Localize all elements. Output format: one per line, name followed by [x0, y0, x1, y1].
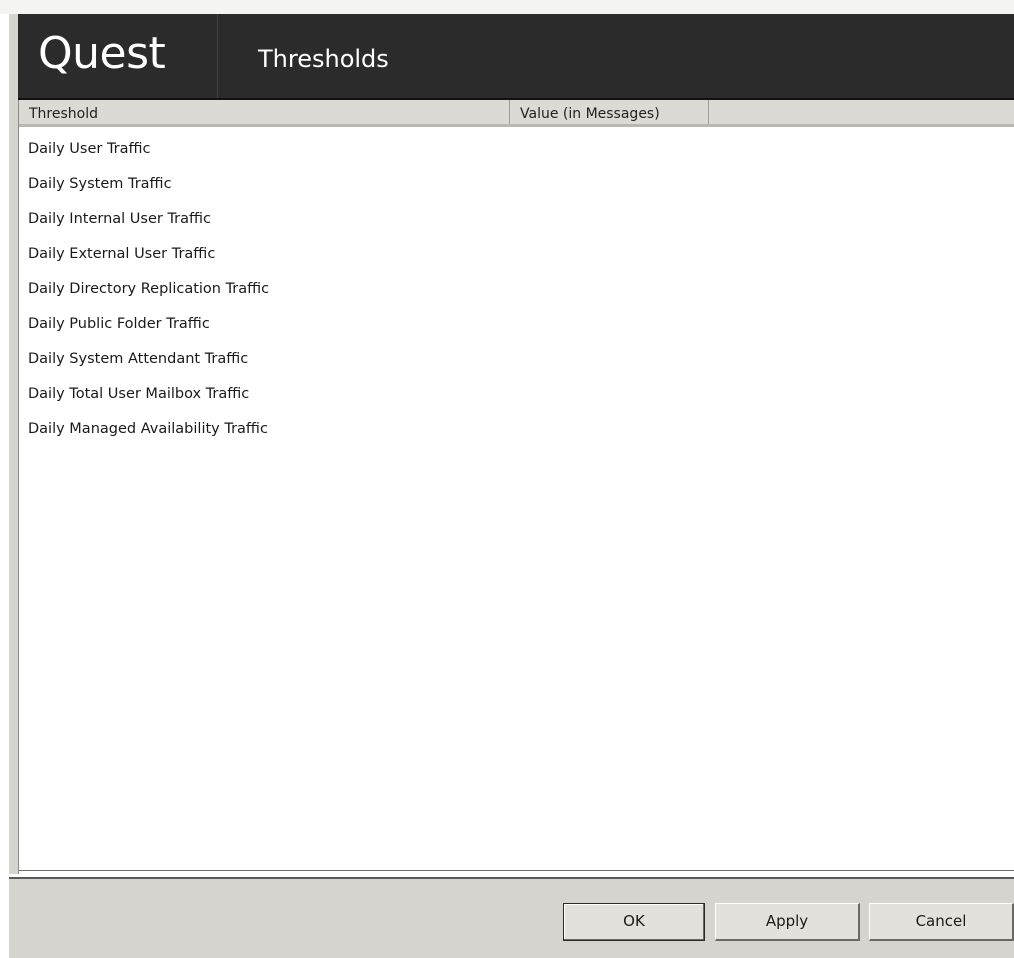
- thresholds-list: Threshold Value (in Messages) Daily User…: [19, 100, 1014, 871]
- column-header-threshold[interactable]: Threshold: [19, 100, 510, 124]
- list-item[interactable]: Daily Total User Mailbox Traffic: [19, 377, 1014, 412]
- list-rows: Daily User Traffic Daily System Traffic …: [19, 132, 1014, 447]
- window-top-strip: [0, 0, 1014, 14]
- list-item[interactable]: Daily System Traffic: [19, 167, 1014, 202]
- header-divider: [217, 14, 218, 98]
- list-item[interactable]: Daily Directory Replication Traffic: [19, 272, 1014, 307]
- page-title: Thresholds: [258, 45, 389, 73]
- column-header-empty: [709, 100, 1014, 124]
- list-item[interactable]: Daily Internal User Traffic: [19, 202, 1014, 237]
- cancel-button[interactable]: Cancel: [869, 903, 1014, 941]
- list-item[interactable]: Daily User Traffic: [19, 132, 1014, 167]
- apply-button[interactable]: Apply: [715, 903, 860, 941]
- quest-logo: Quest: [38, 28, 166, 79]
- window-left-edge: [9, 14, 19, 874]
- list-item[interactable]: Daily Managed Availability Traffic: [19, 412, 1014, 447]
- list-header: Threshold Value (in Messages): [19, 100, 1014, 127]
- list-item[interactable]: Daily External User Traffic: [19, 237, 1014, 272]
- dialog-header: Quest Thresholds: [18, 14, 1014, 100]
- list-item[interactable]: Daily System Attendant Traffic: [19, 342, 1014, 377]
- thresholds-dialog: Quest Thresholds Threshold Value (in Mes…: [0, 0, 1014, 958]
- list-item[interactable]: Daily Public Folder Traffic: [19, 307, 1014, 342]
- column-header-value[interactable]: Value (in Messages): [510, 100, 709, 124]
- ok-button[interactable]: OK: [563, 903, 705, 941]
- button-bar: OK Apply Cancel: [9, 877, 1014, 958]
